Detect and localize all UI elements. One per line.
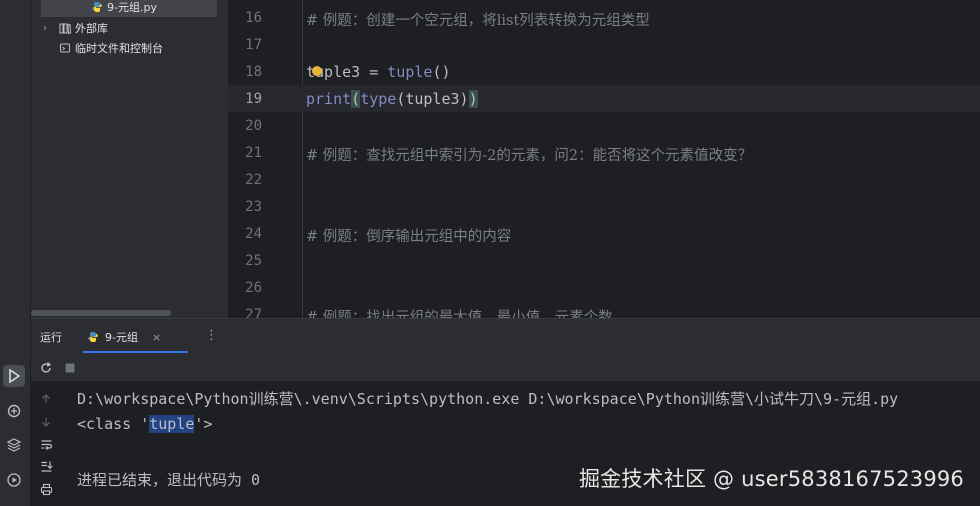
soft-wrap-button[interactable]	[38, 436, 54, 452]
code-line: 26	[228, 274, 980, 301]
code-comment: # 例题：查找元组中索引为-2的元素，问2：能否将这个元素值改变？	[306, 148, 753, 164]
activity-bar	[0, 0, 31, 506]
run-tab[interactable]: 9-元组 ×	[83, 323, 188, 353]
line-number: 16	[245, 10, 262, 26]
line-number: 24	[245, 226, 262, 242]
layers-button[interactable]	[3, 434, 25, 456]
play-circle-icon	[7, 473, 21, 487]
line-number: 21	[245, 145, 262, 161]
code-line: 16 # 例题：创建一个空元组，将list列表转换为元组类型	[228, 4, 980, 31]
selected-text: tuple	[149, 415, 195, 433]
run-icon	[9, 368, 21, 384]
line-number: 23	[245, 199, 262, 215]
rerun-icon	[41, 362, 52, 373]
line-number: 17	[245, 37, 262, 53]
code-line: 24 # 例题：倒序输出元组中的内容	[228, 220, 980, 247]
code-comment: # 例题：创建一个空元组，将list列表转换为元组类型	[306, 13, 650, 29]
python-console-icon	[7, 404, 21, 418]
run-panel-header: 运行 9-元组 × ⋮	[31, 318, 980, 355]
code-comment: # 例题：找出元组的最大值，最小值，元素个数	[306, 310, 613, 318]
run-tab-label: 9-元组	[105, 331, 138, 344]
stop-icon	[65, 363, 75, 373]
code-comment: # 例题：倒序输出元组中的内容	[306, 229, 512, 245]
code-parens: ()	[432, 63, 451, 81]
output-prefix: <class '	[77, 415, 150, 433]
matched-paren: )	[468, 90, 478, 108]
code-line-current: 19 print(type(tuple3))	[228, 85, 980, 112]
line-number: 25	[245, 253, 262, 269]
tree-file-label: 9-元组.py	[107, 1, 157, 14]
scroll-to-end-button[interactable]	[38, 458, 54, 474]
code-line: 22	[228, 166, 980, 193]
lightbulb-icon[interactable]	[312, 66, 322, 76]
code-line: 18 tuple3 = tuple()	[228, 58, 980, 85]
line-number: 22	[245, 172, 262, 188]
code-line: 21 # 例题：查找元组中索引为-2的元素，问2：能否将这个元素值改变？	[228, 139, 980, 166]
library-icon	[59, 23, 71, 34]
code-line: 20	[228, 112, 980, 139]
scroll-down-button[interactable]	[38, 414, 54, 430]
project-tree: 9-元组.py › 外部库 临时文件和控制台	[31, 0, 228, 318]
code-builtin: type	[360, 90, 397, 108]
scratches-icon	[60, 43, 70, 53]
python-file-icon	[92, 2, 102, 12]
code-text: print(type(tuple3))	[306, 90, 478, 108]
chevron-right-icon[interactable]: ›	[43, 23, 59, 34]
scroll-to-end-icon	[41, 461, 53, 472]
tree-external-libraries-label: 外部库	[75, 22, 108, 35]
print-button[interactable]	[38, 481, 54, 497]
code-line: 23	[228, 193, 980, 220]
print-icon	[40, 483, 52, 495]
layers-icon	[6, 438, 22, 452]
tree-item-external-libraries[interactable]: › 外部库	[43, 18, 108, 38]
code-line: 27 # 例题：找出元组的最大值，最小值，元素个数	[228, 301, 980, 318]
arrow-down-icon	[42, 418, 50, 427]
scroll-up-button[interactable]	[38, 391, 54, 407]
arrow-up-icon	[42, 394, 50, 403]
horizontal-scrollbar[interactable]	[31, 310, 171, 316]
stop-button[interactable]	[62, 360, 78, 376]
more-options-icon[interactable]: ⋮	[205, 328, 218, 343]
run-tool-button[interactable]	[3, 365, 25, 387]
code-builtin: tuple	[387, 63, 433, 81]
code-builtin: print	[306, 90, 352, 108]
close-icon[interactable]: ×	[152, 331, 161, 344]
run-panel-title: 运行	[40, 331, 62, 344]
line-number: 18	[245, 64, 262, 80]
code-line: 25	[228, 247, 980, 274]
code-line: 17	[228, 31, 980, 58]
code-args: (tuple3)	[396, 90, 469, 108]
python-console-button[interactable]	[3, 400, 25, 422]
code-text: tuple3 = tuple()	[306, 63, 451, 81]
tree-item-scratches[interactable]: 临时文件和控制台	[59, 38, 163, 58]
services-button[interactable]	[3, 469, 25, 491]
watermark: 掘金技术社区 @ user5838167523996	[578, 467, 964, 491]
console-side-toolbar	[31, 381, 61, 506]
line-number: 27	[245, 307, 262, 318]
python-file-icon	[88, 332, 98, 342]
console-exit-line: 进程已结束，退出代码为 0	[77, 471, 261, 489]
line-number: 19	[245, 91, 262, 107]
line-number: 20	[245, 118, 262, 134]
code-editor[interactable]: 16 # 例题：创建一个空元组，将list列表转换为元组类型 17 18 tup…	[228, 0, 980, 318]
matched-paren: (	[351, 90, 361, 108]
tree-scratches-label: 临时文件和控制台	[75, 42, 163, 55]
console-output-line: <class 'tuple'>	[77, 415, 212, 433]
soft-wrap-icon	[41, 439, 52, 450]
rerun-button[interactable]	[38, 360, 54, 376]
run-toolbar	[31, 354, 980, 381]
output-suffix: '>	[194, 415, 213, 433]
line-number: 26	[245, 280, 262, 296]
tree-item-file[interactable]: 9-元组.py	[41, 0, 217, 17]
console-command-line: D:\workspace\Python训练营\.venv\Scripts\pyt…	[77, 390, 899, 408]
